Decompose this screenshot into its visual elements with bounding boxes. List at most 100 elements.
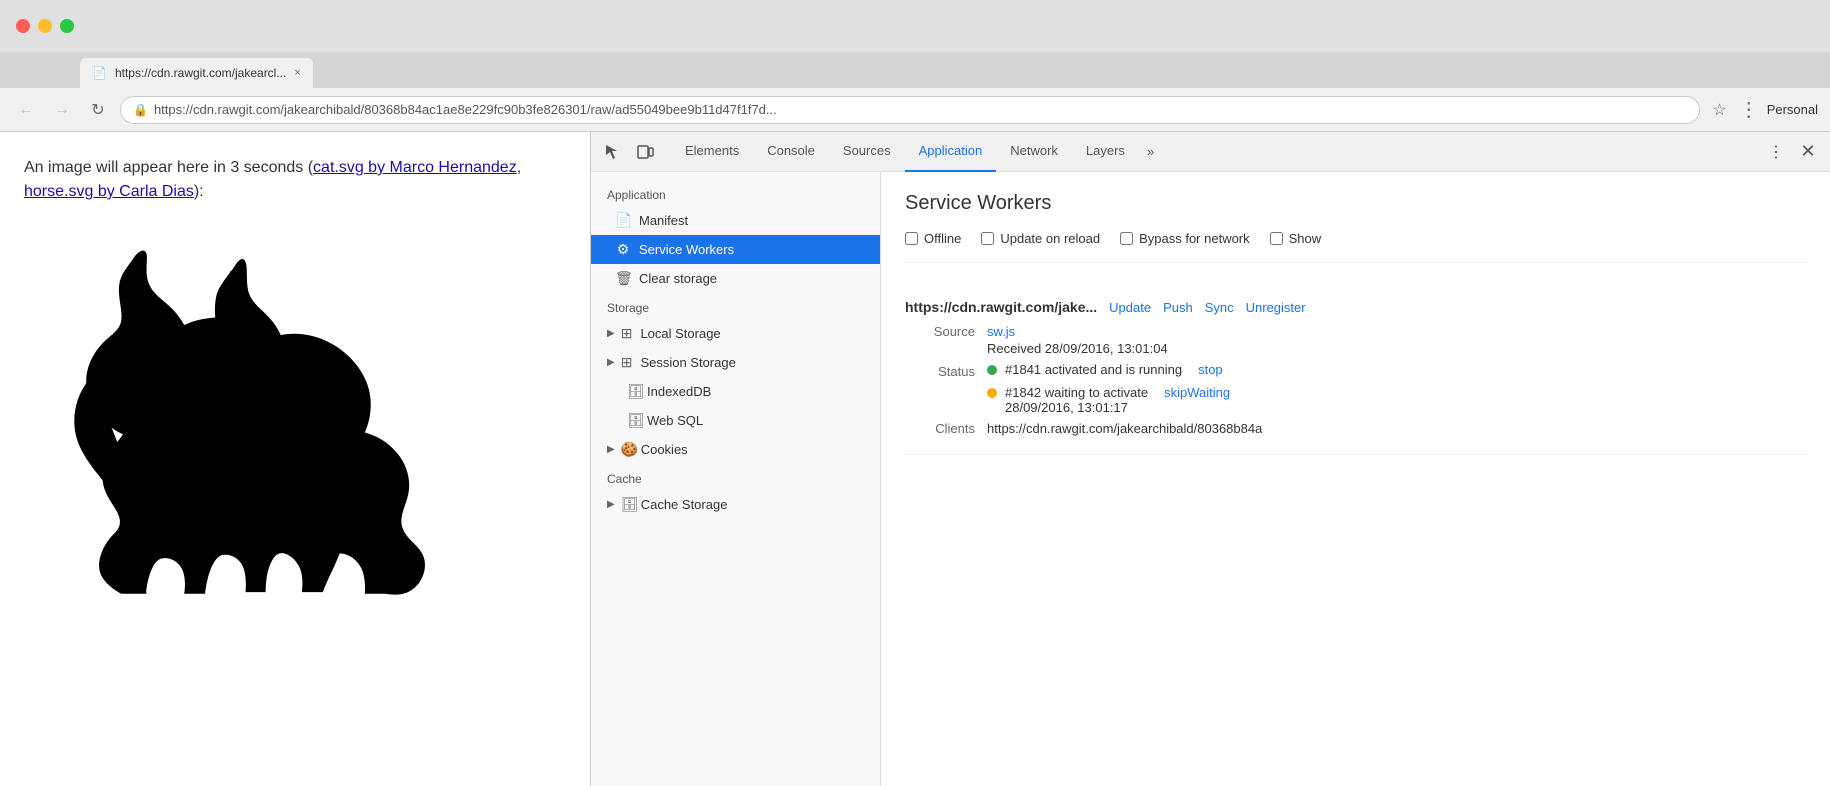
sw-update-link[interactable]: Update bbox=[1109, 300, 1151, 315]
sw-clients-label: Clients bbox=[905, 421, 975, 436]
tab-bar: 📄 https://cdn.rawgit.com/jakearcl... × bbox=[0, 52, 1830, 88]
indexed-db-icon: 🗄 bbox=[627, 383, 643, 400]
devtools-sidebar: Application 📄 Manifest ⚙ Service Workers… bbox=[591, 172, 881, 786]
url-base: https://cdn.rawgit.com/jakearchibald/803… bbox=[154, 102, 777, 117]
tab-console[interactable]: Console bbox=[753, 132, 829, 172]
url-bar[interactable]: 🔒 https://cdn.rawgit.com/jakearchibald/8… bbox=[120, 96, 1700, 124]
sidebar-section-storage: Storage bbox=[591, 293, 880, 319]
manifest-icon: 📄 bbox=[615, 212, 631, 229]
devtools-body: Application 📄 Manifest ⚙ Service Workers… bbox=[591, 172, 1830, 786]
sidebar-item-service-workers[interactable]: ⚙ Service Workers bbox=[591, 235, 880, 264]
url-display: https://cdn.rawgit.com/jakearchibald/803… bbox=[154, 102, 777, 117]
sw-source-link[interactable]: sw.js bbox=[987, 324, 1015, 339]
sw-sync-link[interactable]: Sync bbox=[1205, 300, 1234, 315]
maximize-button[interactable] bbox=[60, 19, 74, 33]
devtools-toolbar: Elements Console Sources Application Net… bbox=[591, 132, 1830, 172]
sw-skip-waiting-link[interactable]: skipWaiting bbox=[1164, 385, 1230, 400]
devtools-close-button[interactable]: ✕ bbox=[1794, 138, 1822, 166]
sidebar-item-indexed-db[interactable]: 🗄 IndexedDB bbox=[591, 377, 880, 406]
horse-svg-link[interactable]: horse.svg by Carla Dias bbox=[24, 183, 194, 200]
panel-checkboxes: Offline Update on reload Bypass for netw… bbox=[905, 231, 1806, 263]
more-tabs-button[interactable]: » bbox=[1139, 144, 1162, 159]
sw-status-text-1842: #1842 waiting to activate bbox=[1005, 385, 1148, 400]
sw-status-entry-1841: #1841 activated and is running stop bbox=[987, 362, 1230, 377]
cat-image bbox=[24, 220, 504, 640]
sw-status-entries: #1841 activated and is running stop #184… bbox=[987, 362, 1230, 415]
sw-clients-row: Clients https://cdn.rawgit.com/jakearchi… bbox=[905, 421, 1806, 436]
tab-network[interactable]: Network bbox=[996, 132, 1072, 172]
sw-status-entry-1842: #1842 waiting to activate skipWaiting bbox=[987, 385, 1230, 400]
page-text-after: ): bbox=[194, 183, 204, 200]
devtools-toolbar-right: ⋮ ✕ bbox=[1762, 138, 1822, 166]
cookies-arrow-icon: ▶ bbox=[607, 444, 615, 455]
sw-push-link[interactable]: Push bbox=[1163, 300, 1193, 315]
back-button[interactable]: ← bbox=[12, 96, 40, 124]
sidebar-item-local-storage[interactable]: ▶ ⊞ Local Storage bbox=[591, 319, 880, 348]
local-storage-arrow-icon: ▶ bbox=[607, 328, 615, 339]
forward-button[interactable]: → bbox=[48, 96, 76, 124]
sidebar-item-cache-storage[interactable]: ▶ 🗄 Cache Storage bbox=[591, 490, 880, 519]
page-text-before: An image will appear here in 3 seconds ( bbox=[24, 159, 313, 176]
sidebar-item-cookies[interactable]: ▶ 🍪 Cookies bbox=[591, 435, 880, 464]
show-checkbox-input[interactable] bbox=[1270, 232, 1283, 245]
offline-checkbox[interactable]: Offline bbox=[905, 231, 961, 246]
browser-tab[interactable]: 📄 https://cdn.rawgit.com/jakearcl... × bbox=[80, 58, 313, 88]
cache-storage-icon: 🗄 bbox=[621, 496, 637, 513]
web-sql-icon: 🗄 bbox=[627, 412, 643, 429]
tab-favicon-icon: 📄 bbox=[92, 66, 107, 80]
service-workers-icon: ⚙ bbox=[615, 241, 631, 258]
page-content: An image will appear here in 3 seconds (… bbox=[0, 132, 590, 786]
sidebar-item-session-storage[interactable]: ▶ ⊞ Session Storage bbox=[591, 348, 880, 377]
tab-close-button[interactable]: × bbox=[294, 67, 300, 79]
comma: , bbox=[517, 159, 521, 176]
show-checkbox[interactable]: Show bbox=[1270, 231, 1322, 246]
sidebar-item-web-sql[interactable]: 🗄 Web SQL bbox=[591, 406, 880, 435]
security-icon: 🔒 bbox=[133, 103, 148, 117]
sidebar-item-manifest[interactable]: 📄 Manifest bbox=[591, 206, 880, 235]
update-on-reload-checkbox[interactable]: Update on reload bbox=[981, 231, 1100, 246]
bypass-for-network-checkbox[interactable]: Bypass for network bbox=[1120, 231, 1250, 246]
element-picker-icon[interactable] bbox=[599, 138, 627, 166]
device-toolbar-icon[interactable] bbox=[631, 138, 659, 166]
status-dot-green bbox=[987, 365, 997, 375]
offline-checkbox-input[interactable] bbox=[905, 232, 918, 245]
sidebar-section-application: Application bbox=[591, 180, 880, 206]
sw-clients-value: https://cdn.rawgit.com/jakearchibald/803… bbox=[987, 421, 1262, 436]
tab-layers[interactable]: Layers bbox=[1072, 132, 1139, 172]
refresh-button[interactable]: ↻ bbox=[84, 96, 112, 124]
sw-source-label: Source bbox=[905, 324, 975, 339]
devtools-panel: Elements Console Sources Application Net… bbox=[590, 132, 1830, 786]
sw-status-label: Status bbox=[905, 362, 975, 379]
title-bar bbox=[0, 0, 1830, 52]
traffic-lights bbox=[16, 19, 74, 33]
cat-svg-link[interactable]: cat.svg by Marco Hernandez bbox=[313, 159, 517, 176]
sw-stop-link[interactable]: stop bbox=[1198, 362, 1223, 377]
session-storage-grid-icon: ⊞ bbox=[621, 354, 633, 371]
bookmark-icon[interactable]: ☆ bbox=[1712, 100, 1726, 120]
sw-unregister-link[interactable]: Unregister bbox=[1246, 300, 1306, 315]
devtools-main-panel: Service Workers Offline Update on reload bbox=[881, 172, 1830, 786]
new-tab-button[interactable] bbox=[313, 58, 349, 88]
panel-title: Service Workers bbox=[905, 192, 1806, 215]
tab-sources[interactable]: Sources bbox=[829, 132, 905, 172]
sw-status-text-1841: #1841 activated and is running bbox=[1005, 362, 1182, 377]
sw-entry: https://cdn.rawgit.com/jake... Update Pu… bbox=[905, 287, 1806, 455]
browser-menu-icon[interactable]: ⋮ bbox=[1739, 97, 1759, 122]
sidebar-item-clear-storage[interactable]: 🗑 Clear storage bbox=[591, 264, 880, 293]
devtools-tabs: Elements Console Sources Application Net… bbox=[671, 132, 1162, 172]
close-button[interactable] bbox=[16, 19, 30, 33]
sw-received: Received 28/09/2016, 13:01:04 bbox=[987, 341, 1168, 356]
tab-elements[interactable]: Elements bbox=[671, 132, 753, 172]
minimize-button[interactable] bbox=[38, 19, 52, 33]
main-content: An image will appear here in 3 seconds (… bbox=[0, 132, 1830, 786]
cat-svg-image bbox=[54, 240, 474, 620]
bypass-for-network-checkbox-input[interactable] bbox=[1120, 232, 1133, 245]
devtools-menu-icon[interactable]: ⋮ bbox=[1762, 138, 1790, 166]
address-bar: ← → ↻ 🔒 https://cdn.rawgit.com/jakearchi… bbox=[0, 88, 1830, 132]
sidebar-section-cache: Cache bbox=[591, 464, 880, 490]
tab-application[interactable]: Application bbox=[905, 132, 997, 172]
tab-title: https://cdn.rawgit.com/jakearcl... bbox=[115, 66, 286, 80]
profile-label[interactable]: Personal bbox=[1767, 102, 1818, 117]
update-on-reload-checkbox-input[interactable] bbox=[981, 232, 994, 245]
session-storage-arrow-icon: ▶ bbox=[607, 357, 615, 368]
